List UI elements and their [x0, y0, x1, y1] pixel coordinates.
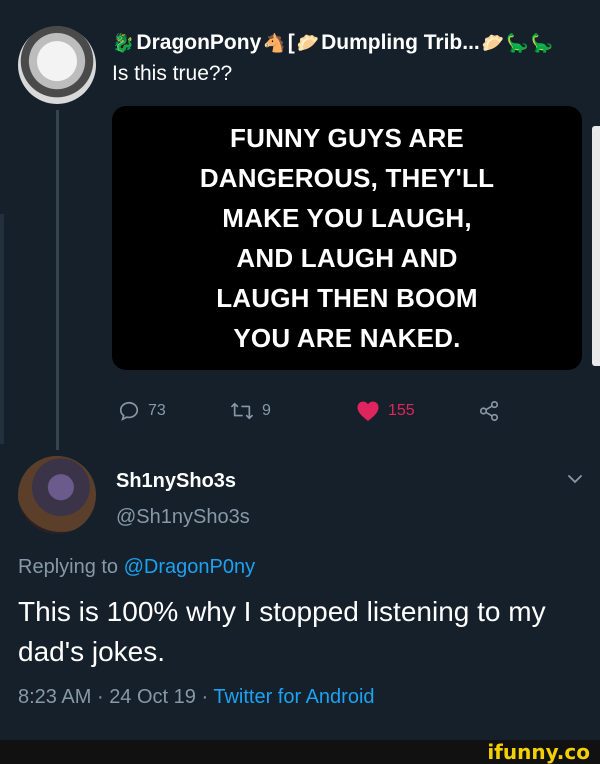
- reply-count: 73: [148, 402, 166, 419]
- emoji-dragon-icon: 🐉: [112, 32, 135, 53]
- emoji-dragon-icon: 🦕: [530, 32, 554, 53]
- retweet-button[interactable]: 9: [230, 396, 271, 426]
- tweet-image[interactable]: FUNNY GUYS ARE DANGEROUS, THEY'LL MAKE Y…: [112, 106, 582, 370]
- retweet-count: 9: [262, 402, 271, 419]
- reply-button[interactable]: 73: [118, 396, 166, 426]
- right-edge-bar: [592, 126, 600, 366]
- share-icon: [478, 400, 500, 422]
- retweet-icon: [230, 400, 254, 422]
- reply-author-handle[interactable]: @Sh1nySho3s: [116, 506, 250, 529]
- tweet-author[interactable]: 🐉 DragonPony 🐴 [ 🥟 Dumpling Trib... 🥟 🦕 …: [112, 28, 592, 58]
- footer-bar: ifunny.co: [0, 740, 600, 764]
- reply-author-name[interactable]: Sh1nySho3s: [116, 470, 236, 493]
- reply-source[interactable]: Twitter for Android: [213, 686, 374, 708]
- like-count: 155: [388, 402, 415, 419]
- thread-line: [56, 110, 59, 450]
- image-caption: FUNNY GUYS ARE DANGEROUS, THEY'LL MAKE Y…: [199, 123, 495, 353]
- like-button[interactable]: 155: [356, 396, 415, 426]
- reply-text: This is 100% why I stopped listening to …: [18, 596, 546, 667]
- reply-meta: 8:23 AM · 24 Oct 19 · Twitter for Androi…: [18, 686, 375, 709]
- meta-separator: ·: [201, 686, 209, 708]
- tweet-actions: 73 9 155: [112, 396, 512, 426]
- watermark-logo: ifunny.co: [487, 740, 590, 764]
- reply-date: 24 Oct 19: [109, 686, 196, 708]
- left-edge-bar: [0, 214, 4, 444]
- reply-icon: [118, 400, 140, 422]
- replying-to: Replying to @DragonP0ny: [18, 556, 255, 579]
- emoji-dumpling-icon: 🥟: [481, 32, 505, 53]
- author-name: DragonPony: [136, 31, 262, 54]
- reply-time: 8:23 AM: [18, 686, 92, 708]
- emoji-dumpling-icon: 🥟: [296, 32, 320, 53]
- heart-icon: [356, 400, 380, 422]
- chevron-down-icon[interactable]: [566, 470, 584, 493]
- meta-separator: ·: [96, 686, 104, 708]
- author-bracket: [: [287, 31, 295, 54]
- replying-mention[interactable]: @DragonP0ny: [124, 556, 255, 578]
- tweet-text: Is this true??: [112, 62, 233, 85]
- emoji-pony-icon: 🐴: [263, 32, 286, 53]
- author-group: Dumpling Trib...: [321, 31, 480, 54]
- share-button[interactable]: [478, 396, 500, 426]
- avatar[interactable]: [18, 456, 96, 534]
- avatar[interactable]: [18, 26, 96, 104]
- replying-prefix: Replying to: [18, 556, 119, 578]
- emoji-dragon-icon: 🦕: [506, 32, 529, 53]
